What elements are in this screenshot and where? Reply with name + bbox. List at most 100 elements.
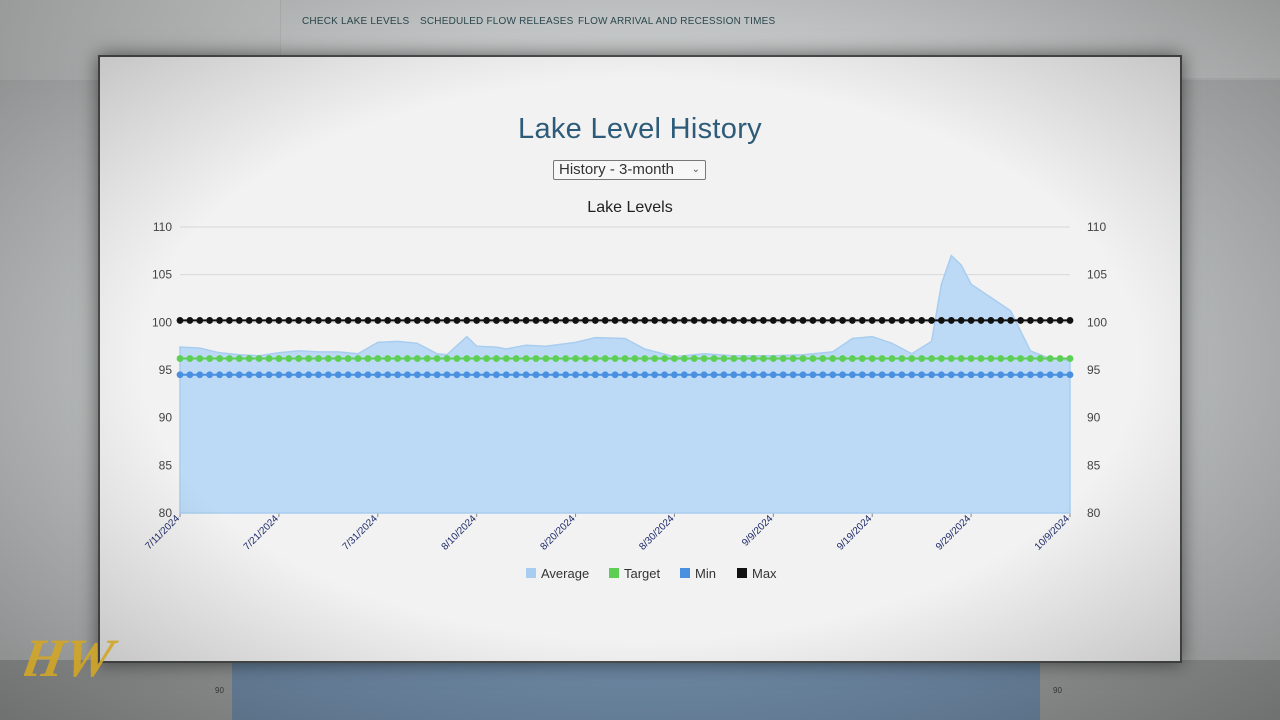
series-min-point bbox=[305, 371, 312, 379]
series-max-point bbox=[493, 317, 500, 324]
series-target-point bbox=[1056, 355, 1064, 362]
series-max-point bbox=[226, 317, 233, 324]
series-min-point bbox=[532, 371, 540, 379]
series-min-point bbox=[898, 371, 906, 379]
series-max-point bbox=[1036, 317, 1044, 324]
series-min-point bbox=[374, 371, 382, 379]
series-target-point bbox=[690, 355, 698, 362]
series-max-point bbox=[858, 317, 866, 324]
series-max-point bbox=[354, 317, 362, 324]
x-tick-label: 8/30/2024 bbox=[637, 513, 677, 553]
series-max-point bbox=[315, 317, 322, 324]
series-target-point bbox=[829, 355, 837, 362]
legend-swatch-target bbox=[609, 568, 619, 578]
series-target-point bbox=[186, 355, 194, 362]
series-max-point bbox=[730, 317, 738, 324]
nav-scheduled-flow-releases[interactable]: SCHEDULED FLOW RELEASES bbox=[420, 16, 574, 27]
series-min-point bbox=[769, 371, 777, 379]
series-min-point bbox=[344, 371, 352, 379]
series-max-point bbox=[799, 317, 807, 324]
series-max-point bbox=[374, 317, 382, 324]
series-target-point bbox=[888, 355, 896, 362]
series-target-point bbox=[315, 355, 322, 362]
series-max-point bbox=[305, 317, 312, 324]
series-min-point bbox=[552, 371, 560, 379]
series-min-point bbox=[858, 371, 866, 379]
series-target-point bbox=[305, 355, 312, 362]
series-max-point bbox=[750, 317, 757, 324]
series-target-point bbox=[1066, 355, 1074, 362]
series-max-point bbox=[898, 317, 906, 324]
series-max-point bbox=[285, 317, 293, 324]
series-max-point bbox=[216, 317, 223, 324]
series-max-point bbox=[700, 317, 708, 324]
series-max-point bbox=[522, 317, 530, 324]
series-target-point bbox=[206, 355, 214, 362]
series-target-point bbox=[364, 355, 372, 362]
series-max-point bbox=[819, 317, 827, 324]
series-target-point bbox=[878, 355, 886, 362]
series-target-point bbox=[1036, 355, 1044, 362]
series-max-point bbox=[502, 317, 510, 324]
background-chart-area bbox=[232, 660, 1040, 720]
series-target-point bbox=[750, 355, 757, 362]
series-average-layer bbox=[179, 254, 1071, 514]
series-max-point bbox=[295, 317, 303, 324]
series-min-point bbox=[433, 371, 441, 379]
series-min-point bbox=[226, 371, 233, 379]
series-max-point bbox=[740, 317, 748, 324]
series-max-point bbox=[631, 317, 639, 324]
series-min-point bbox=[1036, 371, 1044, 379]
nav-check-lake-levels[interactable]: CHECK LAKE LEVELS bbox=[302, 16, 409, 27]
series-min-point bbox=[493, 371, 500, 379]
background-chart-tick-right: 90 bbox=[1053, 686, 1062, 695]
series-min-point bbox=[809, 371, 817, 379]
series-target-point bbox=[661, 355, 668, 362]
series-target-point bbox=[522, 355, 530, 362]
series-min-point bbox=[473, 371, 481, 379]
series-min-point bbox=[671, 371, 678, 379]
series-max-point bbox=[1017, 317, 1024, 324]
series-min-point bbox=[483, 371, 490, 379]
x-tick-label: 7/31/2024 bbox=[341, 513, 381, 553]
series-max-point bbox=[671, 317, 678, 324]
series-min-point bbox=[206, 371, 214, 379]
series-min-point bbox=[928, 371, 935, 379]
series-min-point bbox=[255, 371, 263, 379]
series-min-point bbox=[176, 371, 184, 379]
series-min-point bbox=[384, 371, 392, 379]
series-max-point bbox=[868, 317, 876, 324]
x-tick-label: 10/9/2024 bbox=[1033, 513, 1073, 553]
series-min-point bbox=[819, 371, 827, 379]
series-target-point bbox=[789, 355, 797, 362]
nav-flow-arrival-recession-times[interactable]: FLOW ARRIVAL AND RECESSION TIMES bbox=[578, 16, 775, 27]
series-max-point bbox=[582, 317, 589, 324]
series-min-point bbox=[1027, 371, 1034, 379]
series-target-point bbox=[394, 355, 401, 362]
series-max-point bbox=[433, 317, 441, 324]
series-max-point bbox=[601, 317, 609, 324]
series-min-point bbox=[938, 371, 945, 379]
series-target-point bbox=[493, 355, 500, 362]
series-max-point bbox=[206, 317, 214, 324]
series-min-point bbox=[572, 371, 579, 379]
series-min-point bbox=[354, 371, 362, 379]
y-tick-label-right: 100 bbox=[1087, 315, 1107, 329]
series-min-point bbox=[829, 371, 837, 379]
series-target-point bbox=[552, 355, 560, 362]
series-min-point bbox=[562, 371, 570, 379]
legend-label-min: Min bbox=[695, 566, 716, 581]
series-target-point bbox=[918, 355, 926, 362]
series-min-point bbox=[987, 371, 995, 379]
y-tick-label-left: 90 bbox=[159, 411, 173, 425]
series-min-point bbox=[977, 371, 985, 379]
series-max-point bbox=[839, 317, 846, 324]
series-target-point bbox=[443, 355, 451, 362]
series-target-point bbox=[710, 355, 718, 362]
series-target-point bbox=[483, 355, 490, 362]
series-target-point bbox=[433, 355, 441, 362]
series-min-point bbox=[661, 371, 668, 379]
legend-label-max: Max bbox=[752, 566, 777, 581]
series-max-point bbox=[809, 317, 817, 324]
series-max-point bbox=[928, 317, 935, 324]
